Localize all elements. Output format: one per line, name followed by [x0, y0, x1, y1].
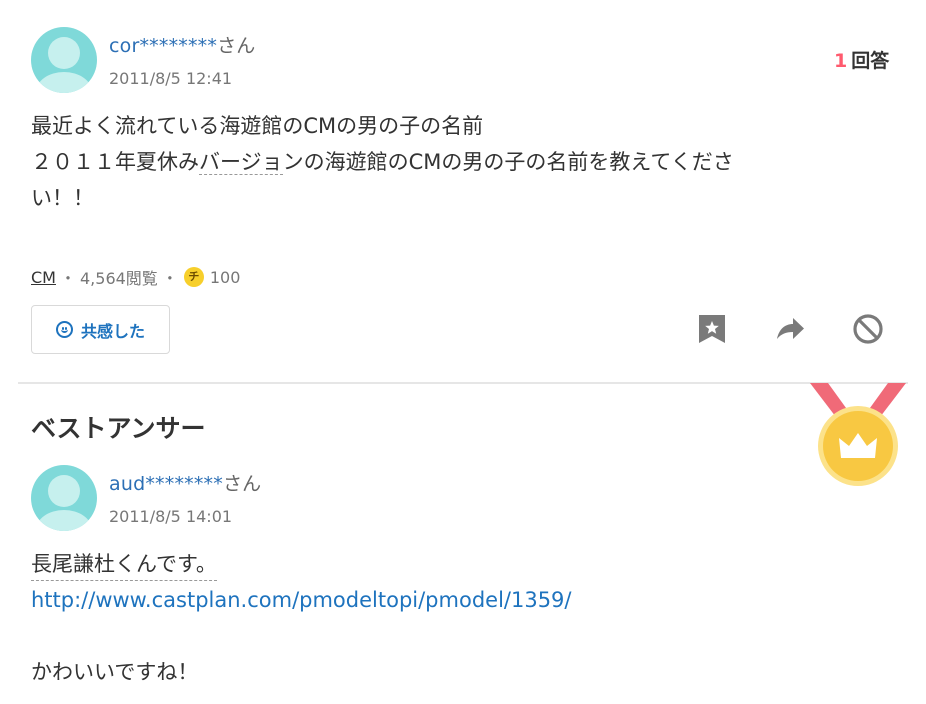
- question-line-1: 最近よく流れている海遊館のCMの男の子の名前: [31, 114, 484, 138]
- user-honorific: さん: [222, 473, 262, 495]
- question-meta: CM ・ 4,564閲覧 ・ チ 100: [31, 265, 240, 289]
- bookmark-icon[interactable]: [695, 312, 729, 346]
- coin-amount: 100: [209, 267, 241, 287]
- best-answer-title: ベストアンサー: [31, 414, 206, 443]
- question-line-2-term[interactable]: バージョ: [199, 150, 283, 175]
- answer-count-label: 回答: [851, 50, 890, 72]
- meta-separator: ・: [59, 269, 76, 288]
- block-icon[interactable]: [851, 312, 885, 346]
- meta-separator: ・: [161, 269, 178, 288]
- answer-body: 長尾謙杜くんです。 http://www.castplan.com/pmodel…: [31, 546, 572, 690]
- empathy-button-label: 共感した: [80, 321, 145, 341]
- smile-icon: [55, 321, 73, 338]
- answer-count-number: 1: [834, 50, 848, 72]
- answer-user-name[interactable]: aud********さん: [109, 469, 261, 496]
- answer-link[interactable]: http://www.castplan.com/pmodeltopi/pmode…: [31, 588, 572, 612]
- answer-line-1[interactable]: 長尾謙杜くんです。: [31, 548, 217, 581]
- answer-line-3: かわいいですね！: [31, 660, 199, 684]
- question-body: 最近よく流れている海遊館のCMの男の子の名前 ２０１１年夏休みバージョンの海遊館…: [31, 108, 851, 216]
- answer-count[interactable]: 1 回答: [834, 46, 889, 73]
- coin-icon: チ: [183, 267, 204, 287]
- section-divider: [18, 382, 908, 384]
- user-honorific: さん: [217, 35, 256, 57]
- question-line-3: い！！: [31, 186, 94, 210]
- question-line-2-part-c: ンの海遊館のCMの男の子の名前を教えてくださ: [282, 150, 734, 174]
- question-user-avatar[interactable]: [31, 27, 97, 93]
- question-user-name[interactable]: cor********さん: [109, 31, 256, 58]
- answer-user-avatar[interactable]: [31, 465, 97, 531]
- user-name-mask[interactable]: ********: [139, 35, 217, 57]
- view-count: 4,564閲覧: [80, 269, 158, 288]
- answer-date: 2011/8/5 14:01: [109, 507, 233, 526]
- empathy-button[interactable]: 共感した: [31, 305, 170, 354]
- medal-crown-icon: [810, 383, 906, 486]
- question-line-2-part-a: ２０１１年夏休み: [31, 150, 199, 174]
- question-line-2: ２０１１年夏休みバージョンの海遊館のCMの男の子の名前を教えてくださ: [31, 144, 851, 180]
- user-name-prefix[interactable]: cor: [109, 35, 139, 57]
- share-icon[interactable]: [773, 312, 807, 346]
- user-name-mask[interactable]: ********: [145, 473, 223, 495]
- user-name-prefix[interactable]: aud: [109, 473, 145, 495]
- question-date: 2011/8/5 12:41: [109, 69, 233, 88]
- category-tag-link[interactable]: CM: [31, 268, 56, 287]
